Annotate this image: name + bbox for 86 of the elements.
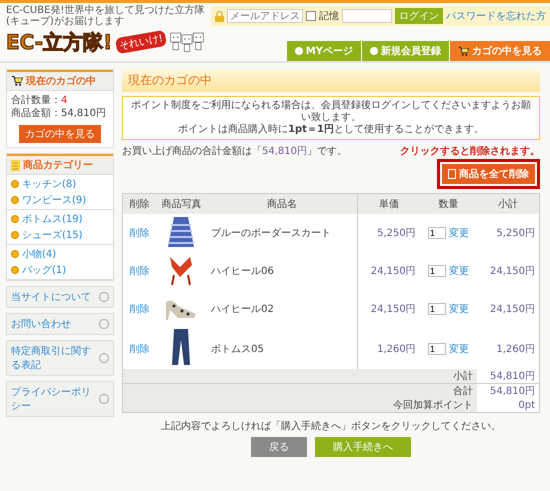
- email-field[interactable]: メールアドレス: [227, 9, 303, 23]
- cart-icon: [458, 46, 469, 56]
- summary-label: 合計: [122, 384, 477, 398]
- column-header: 削除: [122, 194, 156, 214]
- site-logo[interactable]: EC-立方隊!: [6, 28, 112, 56]
- subtotal-cell: 1,260円: [476, 328, 540, 369]
- price-cell: 24,150円: [357, 290, 420, 328]
- panel-title: 商品カテゴリー: [23, 158, 93, 172]
- category-link[interactable]: 小物(4): [22, 247, 56, 261]
- quantity-field[interactable]: 1: [428, 265, 446, 277]
- total-text: お買い上げ商品の合計金額は「54,810円」です。: [122, 144, 347, 158]
- category-link[interactable]: バッグ(1): [22, 263, 66, 277]
- forgot-password-link[interactable]: パスワードを忘れた方: [446, 9, 546, 23]
- product-name: ボトムス05: [207, 328, 358, 369]
- bullet-icon: [11, 231, 19, 239]
- price-cell: 5,250円: [357, 214, 420, 252]
- category-link[interactable]: ワンピース(9): [22, 193, 86, 207]
- bullet-icon: [11, 180, 19, 188]
- jeans-photo: [171, 328, 192, 366]
- bullet-icon: [11, 266, 19, 274]
- column-header: 商品写真: [156, 194, 208, 214]
- quantity-field[interactable]: 1: [428, 303, 446, 315]
- category-link[interactable]: ボトムス(19): [22, 212, 83, 226]
- checkout-button[interactable]: 購入手続きへ: [315, 437, 411, 457]
- change-link[interactable]: 変更: [448, 342, 469, 356]
- column-header: 商品名: [207, 194, 358, 214]
- page-title: 現在のカゴの中: [122, 69, 540, 92]
- price-cell: 24,150円: [357, 252, 420, 290]
- summary-value: 0pt: [476, 398, 540, 412]
- nav-tab[interactable]: MYページ: [286, 41, 361, 61]
- remember-checkbox[interactable]: [306, 11, 316, 21]
- delete-link[interactable]: 削除: [129, 344, 150, 354]
- login-button[interactable]: ログイン: [395, 8, 443, 24]
- quantity-field[interactable]: 1: [428, 342, 446, 354]
- summary-label: 今回加算ポイント: [122, 398, 477, 412]
- circle-icon: [370, 47, 378, 55]
- category-link[interactable]: キッチン(8): [22, 177, 76, 191]
- summary-label: 小計: [122, 369, 477, 384]
- tagline: EC-CUBE発!世界中を旅して見つけた立方隊(キューブ)がお届けします: [6, 5, 206, 27]
- cart-icon: [11, 75, 23, 87]
- instruction-text: 上記内容でよろしければ「購入手続きへ」ボタンをクリックしてください。: [160, 420, 502, 433]
- trash-icon: [448, 169, 456, 179]
- amount-text: 商品金額：54,810円: [11, 107, 107, 120]
- column-header: 単価: [357, 194, 420, 214]
- change-link[interactable]: 変更: [448, 226, 469, 240]
- delete-link[interactable]: 削除: [129, 304, 150, 315]
- panel-title: 現在のカゴの中: [26, 74, 96, 88]
- change-link[interactable]: 変更: [448, 302, 469, 316]
- quantity-field[interactable]: 1: [428, 227, 446, 239]
- product-name: ハイヒール02: [207, 290, 358, 328]
- circle-icon: [99, 292, 109, 302]
- change-link[interactable]: 変更: [448, 264, 469, 278]
- subtotal-cell: 5,250円: [476, 214, 540, 252]
- subtotal-cell: 24,150円: [476, 290, 540, 328]
- delete-all-button[interactable]: 商品を全て削除: [442, 164, 535, 184]
- summary-value: 54,810円: [476, 369, 540, 384]
- delete-link[interactable]: 削除: [129, 266, 150, 277]
- product-name: ブルーのボーダースカート: [207, 214, 358, 252]
- circle-icon: [99, 394, 109, 404]
- bullet-icon: [11, 215, 19, 223]
- bullet-icon: [11, 196, 19, 204]
- remember-label: 記憶: [319, 10, 339, 23]
- quantity-text: 合計数量：4: [11, 94, 68, 107]
- note-icon: [11, 160, 20, 170]
- summary-value: 54,810円: [476, 384, 540, 398]
- view-cart-button[interactable]: カゴの中を見る: [19, 125, 101, 143]
- product-name: ハイヒール06: [207, 252, 358, 290]
- lock-icon: [215, 10, 224, 22]
- category-link[interactable]: シューズ(15): [22, 228, 83, 242]
- nav-tab[interactable]: カゴの中を見る: [450, 41, 550, 61]
- back-button[interactable]: 戻る: [251, 437, 307, 457]
- annotation-text: クリックすると削除されます。: [400, 144, 540, 158]
- column-header: 小計: [476, 194, 540, 214]
- circle-icon: [99, 353, 109, 363]
- password-field[interactable]: [342, 9, 392, 23]
- skirt-photo: [166, 214, 196, 248]
- notice-text: ポイント制度をご利用になられる場合は、会員登録後ログインしてくださいますようお願い致します。: [130, 100, 532, 124]
- notice-text: ポイントは商品購入時に1pt＝1円として使用することができます。: [177, 124, 485, 136]
- delete-link[interactable]: 削除: [129, 228, 150, 239]
- subtotal-cell: 24,150円: [476, 252, 540, 290]
- bullet-icon: [11, 250, 19, 258]
- nav-tab[interactable]: 新規会員登録: [362, 41, 449, 61]
- logo-badge: それいけ!: [115, 30, 168, 54]
- circle-icon: [294, 47, 303, 55]
- circle-icon: [99, 319, 109, 329]
- column-header: 数量: [420, 194, 477, 214]
